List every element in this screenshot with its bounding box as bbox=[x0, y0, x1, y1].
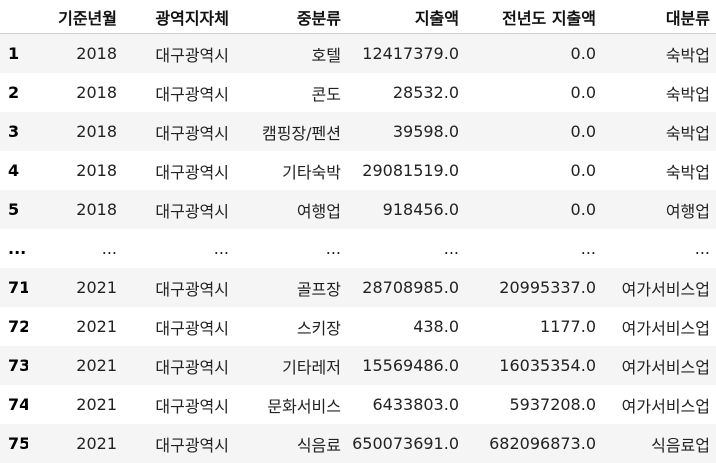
cell-category: ... bbox=[602, 229, 716, 268]
table-row: 712021대구광역시골프장28708985.020995337.0여가서비스업 bbox=[0, 268, 716, 307]
cell-category: 숙박업 bbox=[602, 34, 716, 74]
row-index: 75 bbox=[0, 424, 28, 463]
cell-prev-year-spending: 20995337.0 bbox=[465, 268, 602, 307]
cell-prev-year-spending: ... bbox=[465, 229, 602, 268]
table-row: 22018대구광역시콘도28532.00.0숙박업 bbox=[0, 73, 716, 112]
table-body: 12018대구광역시호텔12417379.00.0숙박업22018대구광역시콘도… bbox=[0, 34, 716, 463]
cell-spending: 28532.0 bbox=[347, 73, 465, 112]
cell-subcategory: 골프장 bbox=[235, 268, 347, 307]
cell-category: 여행업 bbox=[602, 190, 716, 229]
dataframe-table: 기준년월 광역지자체 중분류 지출액 전년도 지출액 대분류 12018대구광역… bbox=[0, 0, 716, 463]
cell-subcategory: 식음료 bbox=[235, 424, 347, 463]
cell-prev-year-spending: 5937208.0 bbox=[465, 385, 602, 424]
table-header: 기준년월 광역지자체 중분류 지출액 전년도 지출액 대분류 bbox=[0, 0, 716, 34]
cell-prev-year-spending: 0.0 bbox=[465, 34, 602, 74]
cell-region: 대구광역시 bbox=[123, 424, 235, 463]
cell-base-month: 2021 bbox=[28, 424, 123, 463]
cell-spending: 39598.0 bbox=[347, 112, 465, 151]
cell-region: 대구광역시 bbox=[123, 307, 235, 346]
cell-category: 식음료업 bbox=[602, 424, 716, 463]
row-index: 1 bbox=[0, 34, 28, 74]
cell-spending: 6433803.0 bbox=[347, 385, 465, 424]
cell-category: 여가서비스업 bbox=[602, 307, 716, 346]
cell-region: 대구광역시 bbox=[123, 73, 235, 112]
cell-base-month: 2021 bbox=[28, 385, 123, 424]
table-row: 732021대구광역시기타레저15569486.016035354.0여가서비스… bbox=[0, 346, 716, 385]
cell-region: 대구광역시 bbox=[123, 34, 235, 74]
cell-category: 여가서비스업 bbox=[602, 346, 716, 385]
cell-category: 숙박업 bbox=[602, 112, 716, 151]
cell-spending: 918456.0 bbox=[347, 190, 465, 229]
cell-base-month: 2021 bbox=[28, 268, 123, 307]
cell-base-month: 2018 bbox=[28, 34, 123, 74]
index-header bbox=[0, 0, 28, 34]
table-row: 32018대구광역시캠핑장/펜션39598.00.0숙박업 bbox=[0, 112, 716, 151]
table-row: 722021대구광역시스키장438.01177.0여가서비스업 bbox=[0, 307, 716, 346]
cell-prev-year-spending: 682096873.0 bbox=[465, 424, 602, 463]
cell-base-month: 2018 bbox=[28, 151, 123, 190]
cell-subcategory: 호텔 bbox=[235, 34, 347, 74]
cell-base-month: 2018 bbox=[28, 190, 123, 229]
cell-subcategory: ... bbox=[235, 229, 347, 268]
row-index: 72 bbox=[0, 307, 28, 346]
column-header-subcategory: 중분류 bbox=[235, 0, 347, 34]
cell-subcategory: 콘도 bbox=[235, 73, 347, 112]
row-index: 4 bbox=[0, 151, 28, 190]
row-index: 3 bbox=[0, 112, 28, 151]
cell-subcategory: 스키장 bbox=[235, 307, 347, 346]
table-row: 742021대구광역시문화서비스6433803.05937208.0여가서비스업 bbox=[0, 385, 716, 424]
cell-base-month: 2021 bbox=[28, 346, 123, 385]
cell-region: 대구광역시 bbox=[123, 268, 235, 307]
cell-subcategory: 캠핑장/펜션 bbox=[235, 112, 347, 151]
cell-spending: 12417379.0 bbox=[347, 34, 465, 74]
cell-subcategory: 문화서비스 bbox=[235, 385, 347, 424]
cell-spending: ... bbox=[347, 229, 465, 268]
cell-prev-year-spending: 0.0 bbox=[465, 190, 602, 229]
cell-prev-year-spending: 16035354.0 bbox=[465, 346, 602, 385]
row-index: 2 bbox=[0, 73, 28, 112]
column-header-base-month: 기준년월 bbox=[28, 0, 123, 34]
cell-prev-year-spending: 0.0 bbox=[465, 151, 602, 190]
header-row: 기준년월 광역지자체 중분류 지출액 전년도 지출액 대분류 bbox=[0, 0, 716, 34]
column-header-region: 광역지자체 bbox=[123, 0, 235, 34]
cell-spending: 438.0 bbox=[347, 307, 465, 346]
cell-category: 여가서비스업 bbox=[602, 268, 716, 307]
row-index: 5 bbox=[0, 190, 28, 229]
row-index: ... bbox=[0, 229, 28, 268]
cell-category: 여가서비스업 bbox=[602, 385, 716, 424]
column-header-prev-year-spending: 전년도 지출액 bbox=[465, 0, 602, 34]
table-row: ..................... bbox=[0, 229, 716, 268]
cell-subcategory: 여행업 bbox=[235, 190, 347, 229]
column-header-spending: 지출액 bbox=[347, 0, 465, 34]
cell-base-month: ... bbox=[28, 229, 123, 268]
cell-base-month: 2018 bbox=[28, 112, 123, 151]
cell-base-month: 2021 bbox=[28, 307, 123, 346]
cell-spending: 650073691.0 bbox=[347, 424, 465, 463]
cell-region: 대구광역시 bbox=[123, 112, 235, 151]
cell-prev-year-spending: 1177.0 bbox=[465, 307, 602, 346]
cell-spending: 29081519.0 bbox=[347, 151, 465, 190]
cell-region: 대구광역시 bbox=[123, 190, 235, 229]
cell-subcategory: 기타숙박 bbox=[235, 151, 347, 190]
row-index: 73 bbox=[0, 346, 28, 385]
row-index: 71 bbox=[0, 268, 28, 307]
cell-spending: 15569486.0 bbox=[347, 346, 465, 385]
cell-region: 대구광역시 bbox=[123, 151, 235, 190]
table-row: 752021대구광역시식음료650073691.0682096873.0식음료업 bbox=[0, 424, 716, 463]
cell-region: 대구광역시 bbox=[123, 385, 235, 424]
cell-prev-year-spending: 0.0 bbox=[465, 73, 602, 112]
table-row: 52018대구광역시여행업918456.00.0여행업 bbox=[0, 190, 716, 229]
cell-subcategory: 기타레저 bbox=[235, 346, 347, 385]
cell-category: 숙박업 bbox=[602, 151, 716, 190]
cell-prev-year-spending: 0.0 bbox=[465, 112, 602, 151]
cell-base-month: 2018 bbox=[28, 73, 123, 112]
cell-region: ... bbox=[123, 229, 235, 268]
cell-spending: 28708985.0 bbox=[347, 268, 465, 307]
column-header-category: 대분류 bbox=[602, 0, 716, 34]
table-row: 12018대구광역시호텔12417379.00.0숙박업 bbox=[0, 34, 716, 74]
cell-category: 숙박업 bbox=[602, 73, 716, 112]
row-index: 74 bbox=[0, 385, 28, 424]
cell-region: 대구광역시 bbox=[123, 346, 235, 385]
table-row: 42018대구광역시기타숙박29081519.00.0숙박업 bbox=[0, 151, 716, 190]
